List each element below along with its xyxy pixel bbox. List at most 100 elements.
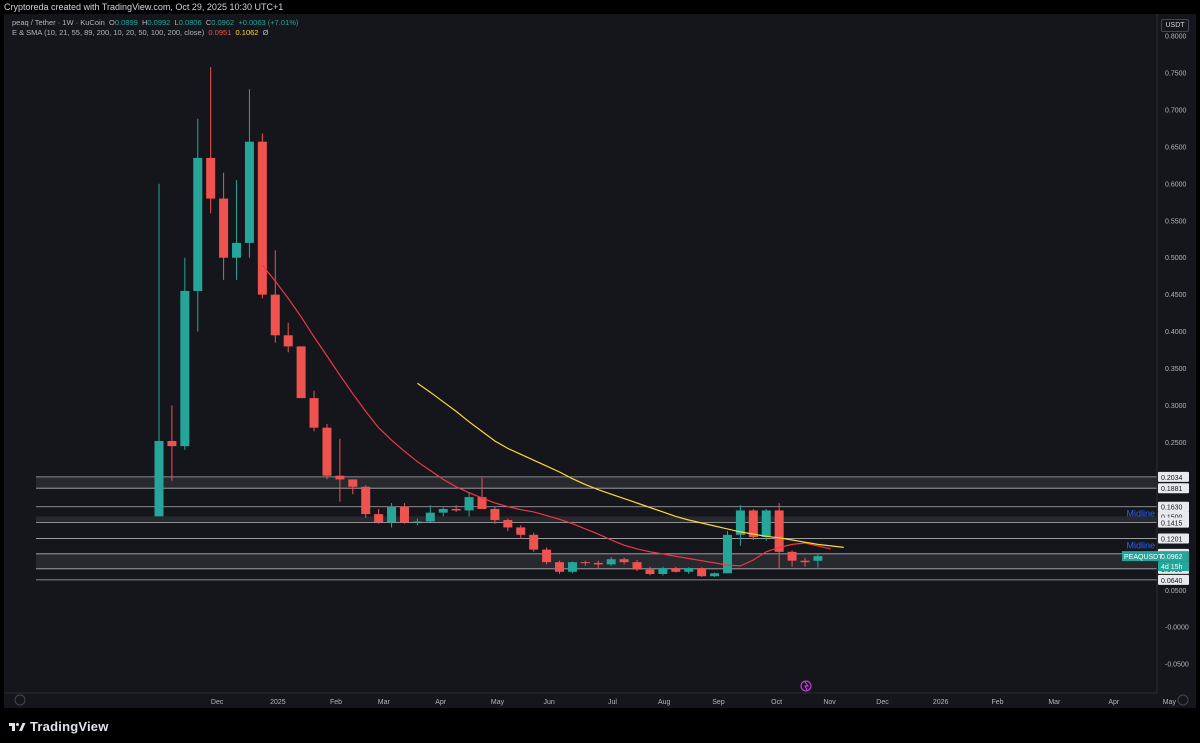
tradingview-logo-text: TradingView xyxy=(30,719,109,734)
level-price-label: 0.2034 xyxy=(1161,475,1183,482)
candle-body[interactable] xyxy=(580,562,590,564)
candle-body[interactable] xyxy=(348,479,358,487)
candle-body[interactable] xyxy=(516,527,526,535)
price-axis-tick-label: 0.0500 xyxy=(1165,588,1187,595)
midline-annotation[interactable]: Midline xyxy=(1126,540,1155,550)
candle-body[interactable] xyxy=(296,346,306,399)
price-axis-tick-label: 0.7000 xyxy=(1165,107,1187,114)
tradingview-logo-icon xyxy=(9,722,26,731)
indicator-extra: Ø xyxy=(262,28,269,37)
time-axis-label: Feb xyxy=(330,699,342,706)
candle-body[interactable] xyxy=(219,198,229,258)
close-value: 0.0962 xyxy=(211,18,235,27)
time-axis-label: May xyxy=(1163,699,1177,706)
sma-value: 0.1062 xyxy=(235,28,259,37)
indicator-title[interactable]: E & SMA (10, 21, 55, 89, 200, 10, 20, 50… xyxy=(12,28,204,37)
candle-body[interactable] xyxy=(490,508,500,521)
candle-body[interactable] xyxy=(425,512,435,522)
candle-body[interactable] xyxy=(322,427,332,476)
candle-body[interactable] xyxy=(619,559,629,563)
candle-body[interactable] xyxy=(503,520,513,528)
lightning-icon xyxy=(804,681,809,691)
candle-body[interactable] xyxy=(167,440,177,447)
candle-body[interactable] xyxy=(761,510,771,538)
midline-annotation[interactable]: Midline xyxy=(1126,509,1155,519)
time-axis-label: Dec xyxy=(876,699,889,706)
support-resistance-zone[interactable] xyxy=(36,516,1157,523)
time-axis-label: Oct xyxy=(771,699,782,706)
candle-body[interactable] xyxy=(593,562,603,565)
indicator-legend-row: E & SMA (10, 21, 55, 89, 200, 10, 20, 50… xyxy=(12,28,298,38)
candle-body[interactable] xyxy=(567,562,577,572)
price-axis-tick-label: 0.2500 xyxy=(1165,440,1187,447)
candle-body[interactable] xyxy=(813,556,823,561)
ema-value: 0.0951 xyxy=(208,28,232,37)
time-axis-label: Aug xyxy=(658,699,671,706)
candle-body[interactable] xyxy=(774,510,784,552)
time-axis-label: Nov xyxy=(823,699,836,706)
candle-body[interactable] xyxy=(232,242,242,258)
candle-body[interactable] xyxy=(361,486,371,515)
candle-body[interactable] xyxy=(206,157,216,199)
time-axis-label: Dec xyxy=(211,699,224,706)
candle-body[interactable] xyxy=(374,514,384,523)
candle-body[interactable] xyxy=(335,475,345,480)
low-value: 0.0806 xyxy=(178,18,202,27)
support-resistance-zone[interactable] xyxy=(36,476,1157,489)
candle-body[interactable] xyxy=(658,568,668,574)
time-axis-label: Apr xyxy=(1108,699,1120,706)
footer-bar xyxy=(0,708,1200,743)
candle-body[interactable] xyxy=(529,534,539,550)
symbol-title[interactable]: peaq / Tether · 1W · KuCoin xyxy=(12,18,105,27)
candle-body[interactable] xyxy=(722,534,732,574)
candle-body[interactable] xyxy=(283,335,293,347)
candle-body[interactable] xyxy=(684,568,694,572)
time-axis-label: 2026 xyxy=(933,699,949,706)
candle-body[interactable] xyxy=(632,562,642,570)
candle-body[interactable] xyxy=(606,559,616,565)
bar-countdown-label: 4d 15h xyxy=(1161,564,1183,571)
level-price-label: 0.0640 xyxy=(1161,578,1183,585)
candle-body[interactable] xyxy=(309,398,319,428)
time-axis-label: Apr xyxy=(435,699,447,706)
candle-body[interactable] xyxy=(710,573,720,577)
timezone-toggle-icon[interactable] xyxy=(14,694,26,706)
candle-body[interactable] xyxy=(257,141,267,295)
candle-body[interactable] xyxy=(412,521,422,523)
candle-body[interactable] xyxy=(697,568,707,577)
candle-body[interactable] xyxy=(787,551,797,561)
chart-legend: peaq / Tether · 1W · KuCoin O0.0899 H0.0… xyxy=(12,18,298,38)
time-axis-label: Jul xyxy=(608,699,617,706)
time-axis-label: Jun xyxy=(544,699,555,706)
tradingview-logo: TradingView xyxy=(8,719,109,734)
candle-body[interactable] xyxy=(645,569,655,574)
candle-body[interactable] xyxy=(542,549,552,563)
candle-body[interactable] xyxy=(800,560,810,563)
support-resistance-zone[interactable] xyxy=(36,553,1157,569)
price-chart[interactable]: Midline Midline 0.8000 0.7500 0.7000 0.6500 0.… xyxy=(0,0,1200,743)
symbol-tag[interactable]: PEAQUSDT xyxy=(1124,554,1163,561)
price-axis-tick-label: -0.0000 xyxy=(1165,625,1189,632)
level-price-label: 0.1630 xyxy=(1161,505,1183,512)
candle-body[interactable] xyxy=(180,290,190,447)
candle-body[interactable] xyxy=(399,506,409,523)
candle-body[interactable] xyxy=(244,141,254,243)
chart-settings-icon[interactable] xyxy=(1177,694,1189,706)
price-axis-tick-label: 0.8000 xyxy=(1165,34,1187,41)
candle-body[interactable] xyxy=(154,440,164,517)
price-axis-tick-label: 0.3500 xyxy=(1165,366,1187,373)
candle-body[interactable] xyxy=(464,497,474,511)
candle-body[interactable] xyxy=(193,157,203,291)
price-axis-tick-label: 0.4000 xyxy=(1165,329,1187,336)
candle-body[interactable] xyxy=(555,562,565,572)
last-price-label: 0.0962 xyxy=(1161,554,1183,561)
price-axis-tick-label: 0.5500 xyxy=(1165,218,1187,225)
currency-button[interactable]: USDT xyxy=(1161,19,1189,32)
price-axis-tick-label: 0.3000 xyxy=(1165,403,1187,410)
candle-body[interactable] xyxy=(387,506,397,523)
candle-body[interactable] xyxy=(270,294,280,336)
candle-body[interactable] xyxy=(438,508,448,513)
candle-body[interactable] xyxy=(671,568,681,572)
candle-body[interactable] xyxy=(451,508,461,511)
time-axis-label: 2025 xyxy=(270,699,286,706)
